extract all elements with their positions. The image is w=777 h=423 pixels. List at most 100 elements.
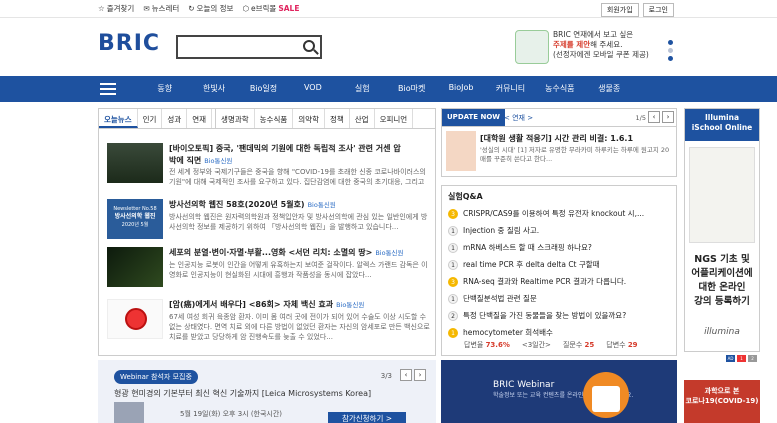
sale-badge: SALE	[278, 4, 300, 13]
promo-pager	[668, 40, 673, 64]
covid-banner[interactable]: 과학으로 본 코로나19(COVID-19)	[684, 380, 760, 423]
next-arrow-icon[interactable]: ›	[414, 369, 426, 381]
nav-item[interactable]: Bio마켓	[387, 83, 436, 94]
search-icon[interactable]	[303, 40, 315, 52]
qa-item[interactable]: 1 real time PCR 후 delta delta Ct 구할때	[448, 259, 600, 270]
qa-item[interactable]: 1 hemocytometer 희석배수	[448, 327, 553, 338]
qa-title[interactable]: 실험Q&A	[442, 186, 676, 207]
illumina-ad[interactable]: Illumina iSchool Online NGS 기초 및 어플리케이션에…	[684, 108, 760, 352]
news-item[interactable]: Newsletter No.58 방사선의학 웹진 2020년 5월 방사선의학…	[107, 199, 432, 241]
answer-count-badge: 1	[448, 242, 458, 253]
search-box[interactable]	[176, 35, 322, 59]
update-category[interactable]: < 연재 >	[504, 113, 533, 123]
promo-text: BRIC 연재에서 보고 싶은 주제를 제안해 주세요. (선정자에겐 모바일 …	[553, 30, 649, 59]
tab-results[interactable]: 성과	[162, 109, 188, 128]
next-arrow-icon[interactable]: ›	[662, 111, 674, 123]
update-label: UPDATE NOW	[442, 109, 506, 126]
tab-popular[interactable]: 인기	[138, 109, 163, 128]
mail-icon: ✉	[143, 4, 150, 13]
nav-item[interactable]: 커뮤니티	[486, 83, 535, 94]
nav-item[interactable]: 실험	[338, 83, 387, 94]
news-title[interactable]: 세포의 분열·변이·자멸·부활...영화 <서던 리치: 소멸의 땅> Bio통신…	[169, 247, 404, 259]
tab-life-science[interactable]: 생명과학	[216, 109, 255, 128]
news-title[interactable]: [암(癌)에게서 배우다] <86회> 자체 백신 효과 Bio통신원	[169, 299, 364, 311]
ebricmall-link[interactable]: ⬡ e브릭몰 SALE	[242, 3, 299, 14]
news-item[interactable]: [바이오토픽] 중국, '팬데믹의 기원에 대한 독립적 조사' 관련 거센 압…	[107, 143, 432, 185]
qa-item[interactable]: 3 CRISPR/CAS9를 이용하여 특정 유전자 knockout 시,...	[448, 208, 644, 219]
pager-dot[interactable]	[668, 56, 673, 61]
nav-item[interactable]: 한빛사	[189, 83, 238, 94]
news-thumbnail: Newsletter No.58 방사선의학 웹진 2020년 5월	[107, 199, 163, 239]
ad-tag: AD	[726, 355, 735, 362]
webinar-promo[interactable]: BRIC Webinar 학술정보 또는 교육 컨텐츠를 온라인 세미나로 함께…	[441, 360, 677, 423]
bookmark-icon: ☆	[98, 4, 105, 13]
news-desc: 방사선의학 웹진은 원자력의학원과 정책입안자 및 방사선의학에 관심 있는 일…	[169, 213, 428, 231]
refresh-icon: ↻	[188, 4, 195, 13]
news-desc: 는 인공지능 로봇이 인간을 어떻게 유혹하는지 보여준 걸작이다. 알렉스 가…	[169, 261, 428, 279]
update-header: UPDATE NOW < 연재 > 1/5 ‹ ›	[442, 109, 676, 127]
nav-item[interactable]: 생물종	[585, 83, 634, 94]
qa-item[interactable]: 2 특정 단백질을 가진 동물들을 찾는 방법이 있을까요?	[448, 310, 626, 321]
webinar-recruit-banner[interactable]: Webinar 참석자 모집중 3/3 ‹ › 형광 현미경의 기본부터 최신 …	[98, 360, 436, 423]
news-item[interactable]: 세포의 분열·변이·자멸·부활...영화 <서던 리치: 소멸의 땅> Bio통신…	[107, 247, 432, 289]
nav-item[interactable]: 농수식품	[535, 83, 584, 94]
answer-count-badge: 1	[448, 327, 458, 338]
tab-medicine[interactable]: 의약학	[293, 109, 325, 128]
webinar-date: 5월 19일(화) 오후 3시 (한국시간)	[180, 410, 283, 418]
webinar-title[interactable]: 형광 현미경의 기본부터 최신 혁신 기술까지 [Leica Microsyst…	[114, 388, 371, 399]
news-title[interactable]: 방사선의학 웹진 58호(2020년 5월호) Bio통신원	[169, 199, 336, 211]
nav-item[interactable]: 동향	[140, 83, 189, 94]
nav-item[interactable]: VOD	[288, 83, 337, 94]
promo-banner[interactable]: BRIC 연재에서 보고 싶은 주제를 제안해 주세요. (선정자에겐 모바일 …	[515, 28, 665, 70]
apply-button[interactable]: 참가신청하기 >	[328, 412, 406, 423]
prev-arrow-icon[interactable]: ‹	[400, 369, 412, 381]
middle-column: UPDATE NOW < 연재 > 1/5 ‹ › [대학원 생활 적응기] 시…	[441, 108, 677, 356]
tab-series[interactable]: 연재	[187, 109, 213, 128]
qa-box: 실험Q&A 3 CRISPR/CAS9를 이용하여 특정 유전자 knockout…	[441, 185, 677, 356]
news-panel: 오늘뉴스 인기 성과 연재 생명과학 농수식품 의약학 정책 산업 오피니언 […	[98, 108, 436, 356]
qa-item[interactable]: 3 RNA-seq 결과와 Realtime PCR 결과가 다릅니다.	[448, 276, 626, 287]
newsletter-link[interactable]: ✉ 뉴스레터	[143, 3, 179, 14]
news-title[interactable]: [바이오토픽] 중국, '팬데믹의 기원에 대한 독립적 조사' 관련 거센 압	[169, 143, 401, 154]
qa-item[interactable]: 1 Injection 중 질림 사고.	[448, 225, 539, 236]
answer-count-badge: 3	[448, 276, 458, 287]
qa-item[interactable]: 1 단백질분석법 관련 질문	[448, 293, 537, 304]
tab-opinion[interactable]: 오피니언	[375, 109, 414, 128]
prev-arrow-icon[interactable]: ‹	[648, 111, 660, 123]
tab-policy[interactable]: 정책	[325, 109, 350, 128]
headphones-icon	[583, 372, 629, 418]
speaker-avatar	[114, 402, 144, 423]
bookmark-link[interactable]: ☆ 즐겨찾기	[98, 3, 134, 14]
update-title[interactable]: [대학원 생활 적응기] 시간 관리 비결: 1.6.1	[480, 133, 633, 144]
pager-dot[interactable]	[668, 40, 673, 45]
webinar-tag: Webinar 참석자 모집중	[114, 370, 198, 384]
ad-page-button[interactable]: 2	[748, 355, 757, 362]
nav-items: 동향 한빛사 Bio일정 VOD 실험 Bio마켓 BioJob 커뮤니티 농수…	[140, 83, 634, 94]
signup-button[interactable]: 회원가입	[600, 3, 639, 17]
webinar-page: 3/3	[380, 372, 392, 380]
tab-industry[interactable]: 산업	[350, 109, 375, 128]
nav-item[interactable]: Bio일정	[239, 83, 288, 94]
ad-header: Illumina iSchool Online	[685, 109, 759, 141]
tab-today-news[interactable]: 오늘뉴스	[99, 109, 138, 128]
illumina-logo: illumina	[704, 327, 740, 337]
ad-illustration	[689, 147, 755, 243]
news-tabs: 오늘뉴스 인기 성과 연재 생명과학 농수식품 의약학 정책 산업 오피니언	[99, 109, 435, 129]
main-nav: 동향 한빛사 Bio일정 VOD 실험 Bio마켓 BioJob 커뮤니티 농수…	[0, 76, 777, 102]
login-button[interactable]: 로그인	[642, 3, 674, 17]
today-info-link[interactable]: ↻ 오늘의 정보	[188, 3, 233, 14]
nav-item[interactable]: BioJob	[436, 83, 485, 94]
news-item[interactable]: [암(癌)에게서 배우다] <86회> 자체 백신 효과 Bio통신원 67세 여…	[107, 299, 432, 341]
alarm-clock-icon	[125, 308, 147, 330]
bric-logo[interactable]: BRIC	[98, 31, 160, 56]
answer-count-badge: 1	[448, 225, 458, 236]
qa-item[interactable]: 1 mRNA 하베스트 할 때 스크래핑 하나요?	[448, 242, 592, 253]
hamburger-icon[interactable]	[100, 83, 116, 95]
top-utility-bar: ☆ 즐겨찾기 ✉ 뉴스레터 ↻ 오늘의 정보 ⬡ e브릭몰 SALE 회원가입 로그인	[0, 0, 777, 18]
qa-stats: 답변율 73.6% <3일간> 질문수 25 답변수 29	[464, 341, 638, 349]
news-desc: 67세 여성 회귀 육종암 환자. 이미 몸 여러 곳에 전이가 되어 있어 수…	[169, 313, 430, 341]
news-thumbnail	[107, 299, 163, 339]
pager-dot[interactable]	[668, 48, 673, 53]
ad-page-button[interactable]: 1	[737, 355, 746, 362]
tab-agri-food[interactable]: 농수식품	[255, 109, 294, 128]
